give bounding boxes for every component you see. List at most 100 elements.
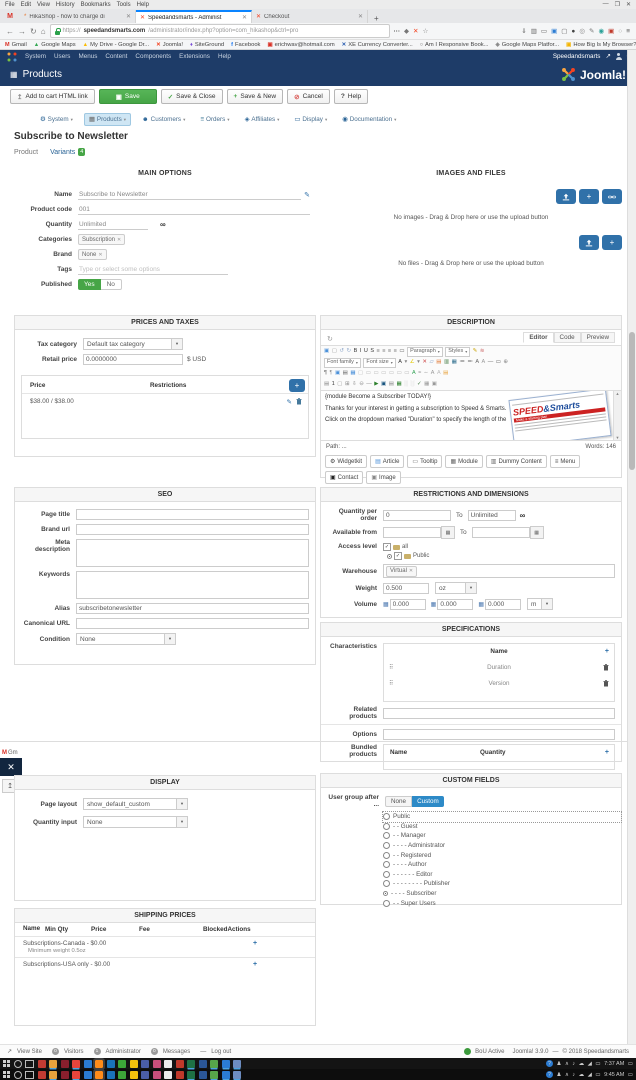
hikashop-menu-item[interactable]: ▦ Products ▾ — [83, 113, 131, 126]
bookmark-star-icon[interactable]: ☆ — [423, 27, 429, 35]
editor-toolbar-icon[interactable]: ▭ — [381, 370, 386, 377]
editor-toolbar-icon[interactable]: ▦ — [396, 381, 401, 388]
editor-toolbar-icon[interactable]: ✕ — [422, 359, 427, 366]
editor-toolbar-icon[interactable]: ▤ — [443, 370, 448, 377]
volume-y-input[interactable] — [437, 598, 474, 610]
user-group-option[interactable]: - - - - Administrator — [383, 841, 621, 851]
window-close-icon[interactable]: ✕ — [626, 1, 631, 8]
taskbar-app-icon[interactable] — [83, 1070, 92, 1079]
editor-toolbar-icon[interactable]: ▾ — [417, 359, 420, 366]
admin-menu-item[interactable]: Extensions — [179, 53, 210, 60]
editor-toolbar-icon[interactable]: ▭ — [366, 370, 371, 377]
taskbar-app-icon[interactable] — [49, 1059, 57, 1068]
taskbar-app-icon[interactable] — [187, 1059, 195, 1068]
paragraph-select[interactable]: Paragraph ▾ — [407, 346, 443, 357]
editor-toolbar-icon[interactable]: ↺ — [339, 348, 344, 355]
external-link-icon[interactable]: ↗ — [605, 53, 610, 60]
toolbar-button[interactable]: ? Help — [333, 89, 369, 104]
taskbar-app-icon[interactable] — [221, 1070, 230, 1079]
toolbar-button[interactable]: ✓ Save & Close — [160, 89, 223, 104]
volume-unit-select[interactable]: m ▾ — [527, 598, 554, 610]
user-group-option[interactable]: - - - - Author — [383, 860, 621, 870]
edit-price-icon[interactable]: ✎ — [287, 398, 292, 406]
warehouse-input[interactable]: Virtual ✕ — [383, 564, 615, 578]
editor-toolbar-icon[interactable]: A — [437, 370, 441, 377]
notification-icon[interactable]: ▭ — [628, 1072, 633, 1078]
no-files-dropzone[interactable]: No files - Drag & Drop here or use the u… — [320, 260, 622, 267]
taskbar-app-icon[interactable] — [72, 1070, 80, 1079]
tray-icon[interactable]: ◢ — [588, 1061, 592, 1067]
editor-tab[interactable]: Code — [553, 332, 581, 343]
editor-toolbar-icon[interactable]: ≔ — [459, 359, 465, 366]
bookmark-item[interactable]: ○ Am I Responsive Book... — [420, 42, 489, 48]
calendar-icon[interactable]: ▦ — [529, 526, 544, 539]
window-minimize-icon[interactable]: — — [603, 1, 609, 8]
taskbar-app-icon[interactable] — [210, 1059, 218, 1068]
page-title-input[interactable] — [76, 509, 309, 520]
editor-toolbar-icon[interactable]: ▭ — [399, 348, 404, 355]
taskbar-app-icon[interactable] — [93, 1057, 105, 1070]
bookmark-item[interactable]: ▣ erichwav@hotmail.com — [267, 42, 334, 48]
radio-icon[interactable] — [383, 822, 390, 830]
browser-toolbar-icon[interactable]: ▥ — [531, 27, 537, 35]
browser-toolbar-icon[interactable]: ◉ — [598, 27, 604, 35]
bookmark-item[interactable]: ✕ XE Currency Converter... — [342, 42, 413, 48]
clock[interactable]: 9:45 AM — [604, 1072, 624, 1078]
user-group-option[interactable]: Public — [382, 811, 622, 823]
new-tab-button[interactable]: + — [368, 14, 385, 23]
editor-toolbar-icon[interactable]: ≡ — [376, 348, 379, 355]
tray-icon[interactable]: ☁ — [579, 1061, 585, 1067]
chip-remove-icon[interactable]: ✕ — [98, 252, 102, 258]
editor-toolbar-icon[interactable]: ≡ — [394, 348, 397, 355]
scrollbar-thumb[interactable] — [629, 332, 635, 470]
warehouse-chip[interactable]: Virtual ✕ — [386, 565, 418, 577]
menu-file[interactable]: File — [5, 2, 15, 8]
editor-toolbar-icon[interactable]: ▭ — [389, 370, 394, 377]
browser-tab[interactable]: ✕ Speedandsmarts - Administ ✕ — [136, 10, 252, 23]
product-code-input[interactable] — [78, 204, 310, 215]
browser-toolbar-icon[interactable]: ▣ — [551, 27, 557, 35]
volume-z-input[interactable] — [485, 598, 522, 610]
user-group-option[interactable]: - - Registered — [383, 850, 621, 860]
hikashop-menu-item[interactable]: ◈ Affiliates ▾ — [241, 114, 284, 125]
radio-selected-icon[interactable] — [387, 553, 392, 559]
browser-toolbar-icon[interactable]: ◎ — [579, 27, 585, 35]
bookmark-item[interactable]: M Gmail — [5, 42, 27, 48]
radio-icon[interactable] — [383, 813, 390, 821]
bookmark-item[interactable]: ♦ SiteGround — [190, 42, 224, 48]
chip-remove-icon[interactable]: ✕ — [409, 568, 413, 574]
hikashop-menu-item[interactable]: ▭ Display ▾ — [290, 114, 331, 125]
edit-name-icon[interactable]: ✎ — [304, 191, 310, 199]
hikashop-menu-item[interactable]: ☻ Customers ▾ — [138, 114, 189, 125]
canonical-url-input[interactable] — [76, 618, 309, 629]
taskbar-app-icon[interactable] — [60, 1059, 69, 1068]
editor-toolbar-icon[interactable]: ∼ — [424, 370, 429, 377]
editor-toolbar-icon[interactable]: ▢ — [337, 381, 342, 388]
options-input[interactable] — [383, 729, 615, 740]
clock[interactable]: 7:37 AM — [604, 1061, 624, 1067]
tab-close-icon[interactable]: ✕ — [358, 13, 363, 20]
page-layout-select[interactable]: show_default_custom ▾ — [83, 798, 188, 810]
taskbar-app-icon[interactable] — [152, 1059, 161, 1068]
editor-toolbar-icon[interactable]: 1 — [332, 381, 335, 388]
brand-chip[interactable]: None ✕ — [78, 249, 107, 260]
widget-button[interactable]: ▤ Article — [370, 455, 405, 468]
font-size-select[interactable]: Font size ▾ — [363, 357, 396, 368]
quantity-input[interactable] — [78, 219, 148, 230]
radio-icon[interactable] — [383, 870, 390, 878]
browser-toolbar-icon[interactable]: ▭ — [541, 27, 547, 35]
calendar-icon[interactable]: ▦ — [441, 526, 455, 539]
help-tray-icon[interactable]: ? — [545, 1060, 553, 1067]
add-bundled-product-icon[interactable]: + — [605, 749, 609, 756]
add-shipping-price-icon[interactable]: + — [253, 961, 257, 968]
widget-button[interactable]: ▣ Image — [366, 471, 401, 484]
tax-category-select[interactable]: Default tax category ▾ — [83, 338, 183, 350]
category-chip[interactable]: Subscription ✕ — [78, 234, 126, 245]
bookmark-item[interactable]: ▣ How Big Is My Browser? — [566, 42, 636, 48]
editor-scrollbar[interactable]: ▲ ▼ — [613, 391, 621, 440]
taskbar-app-icon[interactable] — [72, 1059, 80, 1068]
editor-toolbar-icon[interactable]: ▣ — [381, 381, 386, 388]
editor-toolbar-icon[interactable]: ▦ — [452, 359, 457, 366]
editor-toolbar-icon[interactable]: ¶ — [324, 370, 327, 377]
browser-toolbar-icon[interactable]: ✎ — [589, 27, 594, 35]
